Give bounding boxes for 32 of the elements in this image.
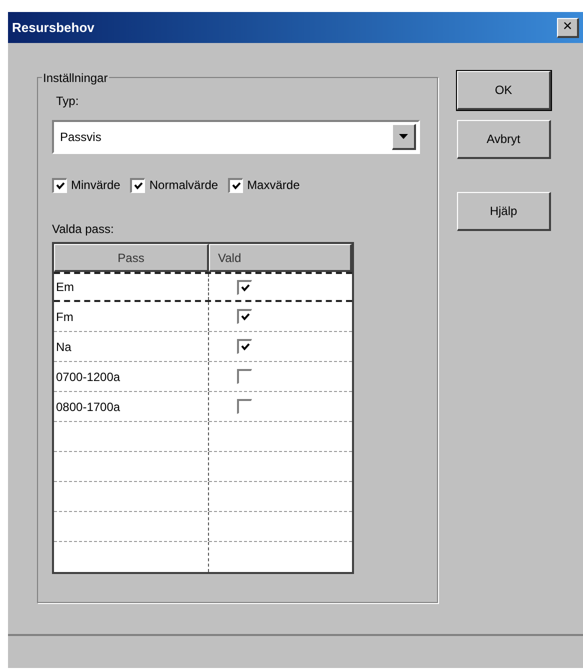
table-row[interactable]: Fm [54,302,352,332]
checkbox-label: Normalvärde [149,177,218,194]
table-cell: 0800-1700a [54,392,209,421]
column-header[interactable]: Vald [209,244,352,272]
table-row[interactable]: 0800-1700a [54,392,352,422]
check-icon [232,182,241,190]
table-row[interactable]: 0700-1200a [54,362,352,392]
column-header[interactable]: Pass [54,244,209,272]
dialog-button[interactable]: OK [457,71,551,110]
checkbox-label: Minvärde [71,177,120,194]
dialog-button[interactable]: Avbryt [457,120,551,159]
checkbox[interactable] [130,178,146,192]
table-cell: Em [54,274,209,300]
list-label: Valda pass: [52,221,115,238]
table-cell: Na [54,332,209,361]
dialog-button[interactable]: Hjälp [457,192,551,231]
close-button[interactable]: × [557,18,579,38]
type-label: Typ: [56,93,80,110]
type-dropdown[interactable]: Passvis [52,120,420,154]
check-icon [240,313,250,321]
table-cell: Fm [54,302,209,331]
checkbox[interactable] [228,178,244,192]
checkbox[interactable] [52,178,67,192]
table-row[interactable]: Na [54,332,352,362]
check-icon [240,343,250,351]
check-icon [240,284,250,292]
checkbox-label: Maxvärde [247,177,300,194]
check-icon [56,182,64,190]
window-title: Resursbehov [12,18,94,37]
table-cell: 0700-1200a [54,362,209,391]
table-row[interactable]: Em [54,272,352,302]
check-icon [134,182,143,190]
